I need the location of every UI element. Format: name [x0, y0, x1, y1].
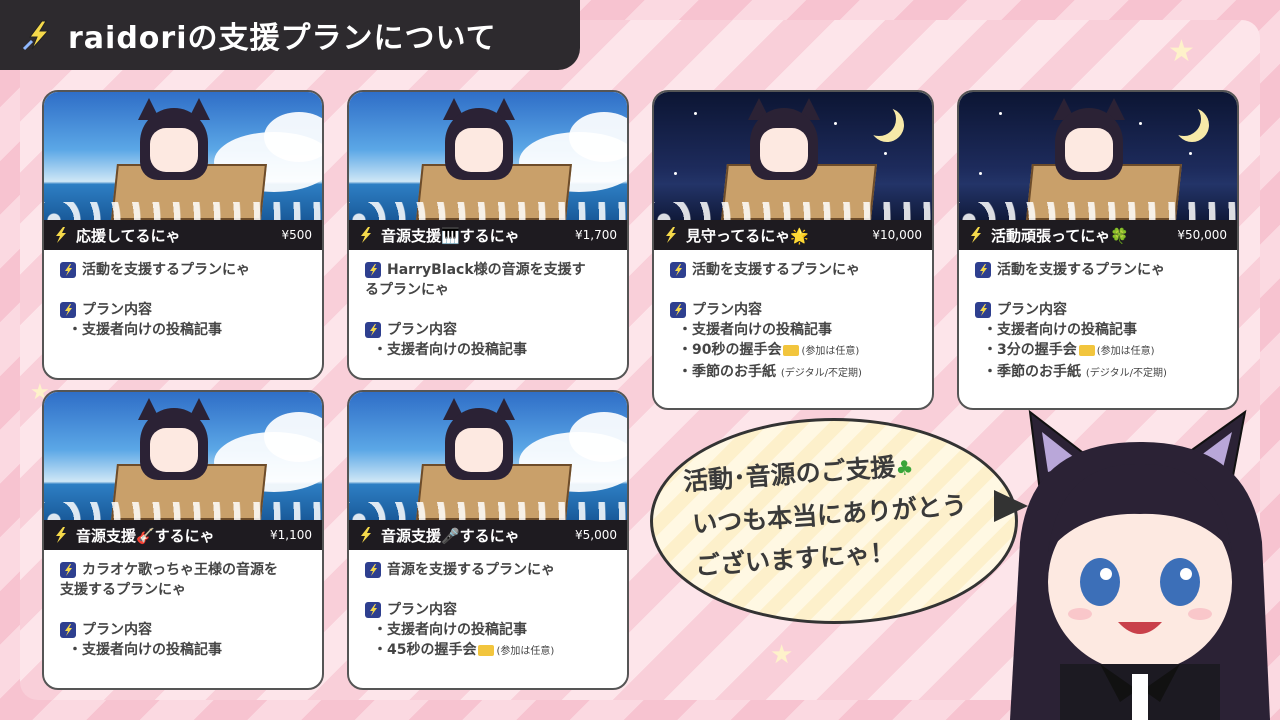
page-header: raidoriの支援プランについて	[0, 0, 580, 70]
plan-description: カラオケ歌っちゃ王様の音源を 支援するプランにゃ プラン内容 ・支援者向けの投稿…	[60, 562, 278, 658]
plan-title-bar: 応援してるにゃ ¥500	[44, 220, 322, 250]
star-badge-icon	[60, 302, 76, 318]
plan-price: ¥1,700	[575, 228, 617, 242]
plan-price: ¥500	[281, 228, 312, 242]
shooting-star-icon	[361, 227, 371, 243]
plan-title-bar: 音源支援🎤するにゃ ¥5,000	[349, 520, 627, 550]
star-badge-icon	[60, 622, 76, 638]
star-badge-icon	[365, 562, 381, 578]
star-badge-icon	[365, 262, 381, 278]
plan-description: HarryBlack様の音源を支援す るプランにゃ プラン内容 ・支援者向けの投…	[365, 262, 586, 358]
plan-title-bar: 見守ってるにゃ🌟 ¥10,000	[654, 220, 932, 250]
star-badge-icon	[670, 262, 686, 278]
page-title: raidoriの支援プランについて	[68, 21, 497, 56]
plan-card[interactable]: 見守ってるにゃ🌟 ¥10,000 活動を支援するプランにゃ プラン内容 ・支援者…	[652, 90, 934, 410]
plan-card-art	[349, 392, 627, 520]
plan-description: 音源を支援するプランにゃ プラン内容 ・支援者向けの投稿記事 ・45秒の握手会(…	[349, 550, 627, 674]
star-decoration-icon: ★	[770, 640, 794, 670]
plan-price: ¥50,000	[1177, 228, 1227, 242]
mascot-character	[1010, 409, 1270, 720]
shooting-star-icon	[56, 527, 66, 543]
plan-name: 活動頑張ってにゃ🍀	[991, 226, 1129, 245]
plan-description: 活動を支援するプランにゃ プラン内容 ・支援者向けの投稿記事 ・3分の握手会 (参…	[959, 250, 1237, 396]
star-badge-icon	[60, 262, 76, 278]
shooting-star-icon	[666, 227, 676, 243]
plan-card-art	[654, 92, 932, 220]
star-badge-icon	[365, 602, 381, 618]
star-badge-icon	[365, 322, 381, 338]
plan-description: 活動を支援するプランにゃ プラン内容 ・支援者向けの投稿記事 ・90秒の握手会(…	[654, 250, 932, 396]
speech-bubble-text: 活動･音源のご支援♣ いつも本当にありがとう ございますにゃ！	[682, 452, 968, 581]
plan-card-art	[44, 92, 322, 220]
plan-name: 見守ってるにゃ🌟	[686, 226, 809, 245]
shooting-star-icon	[971, 227, 981, 243]
plan-name: 音源支援🎤するにゃ	[381, 526, 520, 545]
star-badge-icon	[975, 302, 991, 318]
plan-price: ¥5,000	[575, 528, 617, 542]
shooting-star-icon	[361, 527, 371, 543]
plan-card-art	[959, 92, 1237, 220]
star-decoration-icon: ★	[1168, 34, 1195, 69]
plan-card[interactable]: 応援してるにゃ ¥500 活動を支援するプランにゃ プラン内容 ・支援者向けの投…	[42, 90, 324, 380]
shooting-star-icon	[56, 227, 66, 243]
plan-name: 音源支援🎸するにゃ	[76, 526, 215, 545]
plan-name: 応援してるにゃ	[76, 226, 181, 245]
plan-title-bar: 活動頑張ってにゃ🍀 ¥50,000	[959, 220, 1237, 250]
plan-title-bar: 音源支援🎹するにゃ ¥1,700	[349, 220, 627, 250]
star-badge-icon	[60, 562, 76, 578]
plan-card[interactable]: 活動頑張ってにゃ🍀 ¥50,000 活動を支援するプランにゃ プラン内容 ・支援…	[957, 90, 1239, 410]
plan-name: 音源支援🎹するにゃ	[381, 226, 520, 245]
plan-card[interactable]: 音源支援🎸するにゃ ¥1,100 カラオケ歌っちゃ王様の音源を 支援するプランに…	[42, 390, 324, 690]
plan-card[interactable]: 音源支援🎹するにゃ ¥1,700 HarryBlack様の音源を支援す るプラン…	[347, 90, 629, 380]
plan-price: ¥1,100	[270, 528, 312, 542]
clover-icon: ♣	[894, 455, 915, 481]
ticket-icon	[783, 344, 800, 356]
star-badge-icon	[975, 262, 991, 278]
plan-card-art	[44, 392, 322, 520]
plan-description: 活動を支援するプランにゃ プラン内容 ・支援者向けの投稿記事	[44, 250, 322, 352]
star-badge-icon	[670, 302, 686, 318]
plan-card[interactable]: 音源支援🎤するにゃ ¥5,000 音源を支援するプランにゃ プラン内容 ・支援者…	[347, 390, 629, 690]
ticket-icon	[478, 644, 495, 656]
plan-title-bar: 音源支援🎸するにゃ ¥1,100	[44, 520, 322, 550]
plan-price: ¥10,000	[872, 228, 922, 242]
background: ★ ★ ★ raidoriの支援プランについて 応援してるにゃ ¥500 活動を…	[0, 0, 1280, 720]
ticket-icon	[1078, 344, 1095, 356]
plan-card-art	[349, 92, 627, 220]
shooting-star-icon	[22, 20, 50, 51]
